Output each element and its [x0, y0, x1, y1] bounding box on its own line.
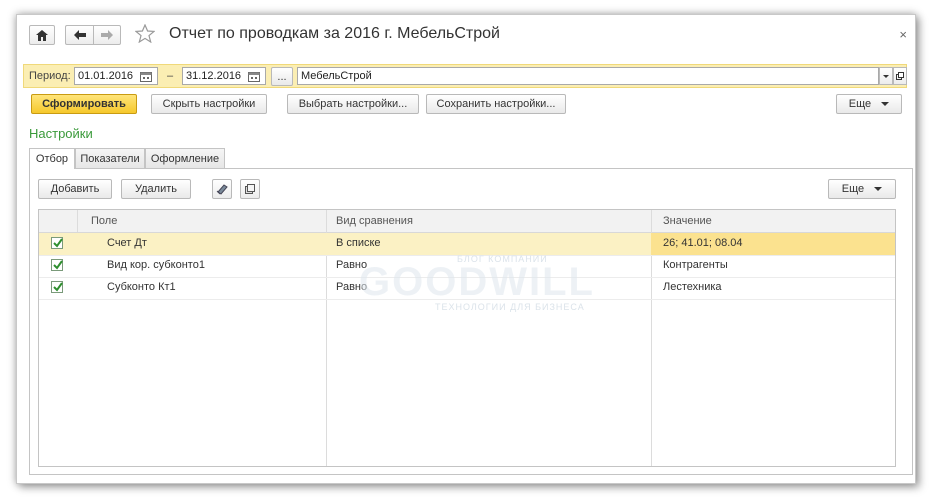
row-value: 26; 41.01; 08.04 — [663, 237, 743, 249]
more-label: Еще — [848, 98, 872, 110]
watermark-logo: GOODWILL — [359, 260, 595, 304]
table-row[interactable]: Счет Дт В списке 26; 41.01; 08.04 — [39, 233, 895, 256]
row-field: Субконто Кт1 — [107, 281, 176, 293]
row-field: Вид кор. субконто1 — [107, 259, 205, 271]
tab-filter[interactable]: Отбор — [29, 148, 75, 169]
panel-more-label: Еще — [841, 183, 865, 195]
filter-grid: Поле Вид сравнения Значение Счет Дт В сп… — [38, 209, 896, 467]
watermark-bottom: ТЕХНОЛОГИИ ДЛЯ БИЗНЕСА — [435, 302, 585, 312]
filter-panel: Добавить Удалить Еще Поле Вид сравнения … — [29, 168, 913, 475]
report-window: Отчет по проводкам за 2016 г. МебельСтро… — [16, 14, 916, 484]
more-menu-button[interactable]: Еще — [836, 94, 902, 114]
period-select-button[interactable]: ... — [271, 67, 293, 86]
chevron-down-icon — [881, 102, 890, 106]
copy-button[interactable] — [240, 179, 260, 199]
settings-title: Настройки — [29, 126, 93, 141]
choose-settings-button[interactable]: Выбрать настройки... — [287, 94, 419, 114]
row-field: Счет Дт — [107, 237, 147, 249]
add-button[interactable]: Добавить — [38, 179, 112, 199]
organization-open-button[interactable] — [893, 67, 907, 85]
checkmark-icon — [53, 282, 63, 292]
column-header-value[interactable]: Значение — [663, 215, 712, 227]
copy-icon — [245, 184, 255, 194]
organization-dropdown-button[interactable] — [879, 67, 893, 85]
tab-appearance[interactable]: Оформление — [145, 148, 225, 168]
calendar-icon[interactable] — [139, 69, 153, 83]
row-checkbox[interactable] — [51, 259, 63, 271]
group-icon — [216, 184, 228, 195]
delete-button[interactable]: Удалить — [121, 179, 191, 199]
back-button[interactable] — [65, 25, 93, 45]
organization-field[interactable]: МебельСтрой — [297, 67, 879, 85]
hide-settings-button[interactable]: Скрыть настройки — [151, 94, 267, 114]
period-bar: Период: 01.01.2016 – 31.12.2016 ... Мебе… — [23, 64, 907, 88]
checkmark-icon — [53, 238, 63, 248]
column-header-field[interactable]: Поле — [91, 215, 117, 227]
column-divider — [77, 210, 78, 232]
chevron-down-icon — [883, 74, 889, 78]
row-value: Контрагенты — [663, 259, 728, 271]
period-label: Период: — [29, 70, 71, 82]
forward-button[interactable] — [93, 25, 121, 45]
arrow-left-icon — [73, 30, 86, 40]
row-value: Лестехника — [663, 281, 722, 293]
home-button[interactable] — [29, 25, 55, 45]
group-button[interactable] — [212, 179, 232, 199]
close-icon[interactable]: × — [899, 27, 907, 42]
open-icon — [896, 72, 904, 80]
calendar-icon[interactable] — [247, 69, 261, 83]
row-comparison: В списке — [336, 237, 381, 249]
row-checkbox[interactable] — [51, 281, 63, 293]
save-settings-button[interactable]: Сохранить настройки... — [426, 94, 566, 114]
tab-indicators[interactable]: Показатели — [75, 148, 145, 168]
favorite-star-icon[interactable] — [134, 23, 156, 46]
panel-more-menu-button[interactable]: Еще — [828, 179, 896, 199]
chevron-down-icon — [874, 187, 883, 191]
arrow-right-icon — [101, 30, 113, 40]
generate-button[interactable]: Сформировать — [31, 94, 137, 114]
grid-header: Поле Вид сравнения Значение — [39, 210, 895, 233]
date-dash: – — [167, 70, 174, 82]
checkmark-icon — [53, 260, 63, 270]
home-icon — [36, 29, 48, 41]
row-checkbox[interactable] — [51, 237, 63, 249]
column-header-comparison[interactable]: Вид сравнения — [336, 215, 413, 227]
window-title: Отчет по проводкам за 2016 г. МебельСтро… — [169, 25, 500, 42]
